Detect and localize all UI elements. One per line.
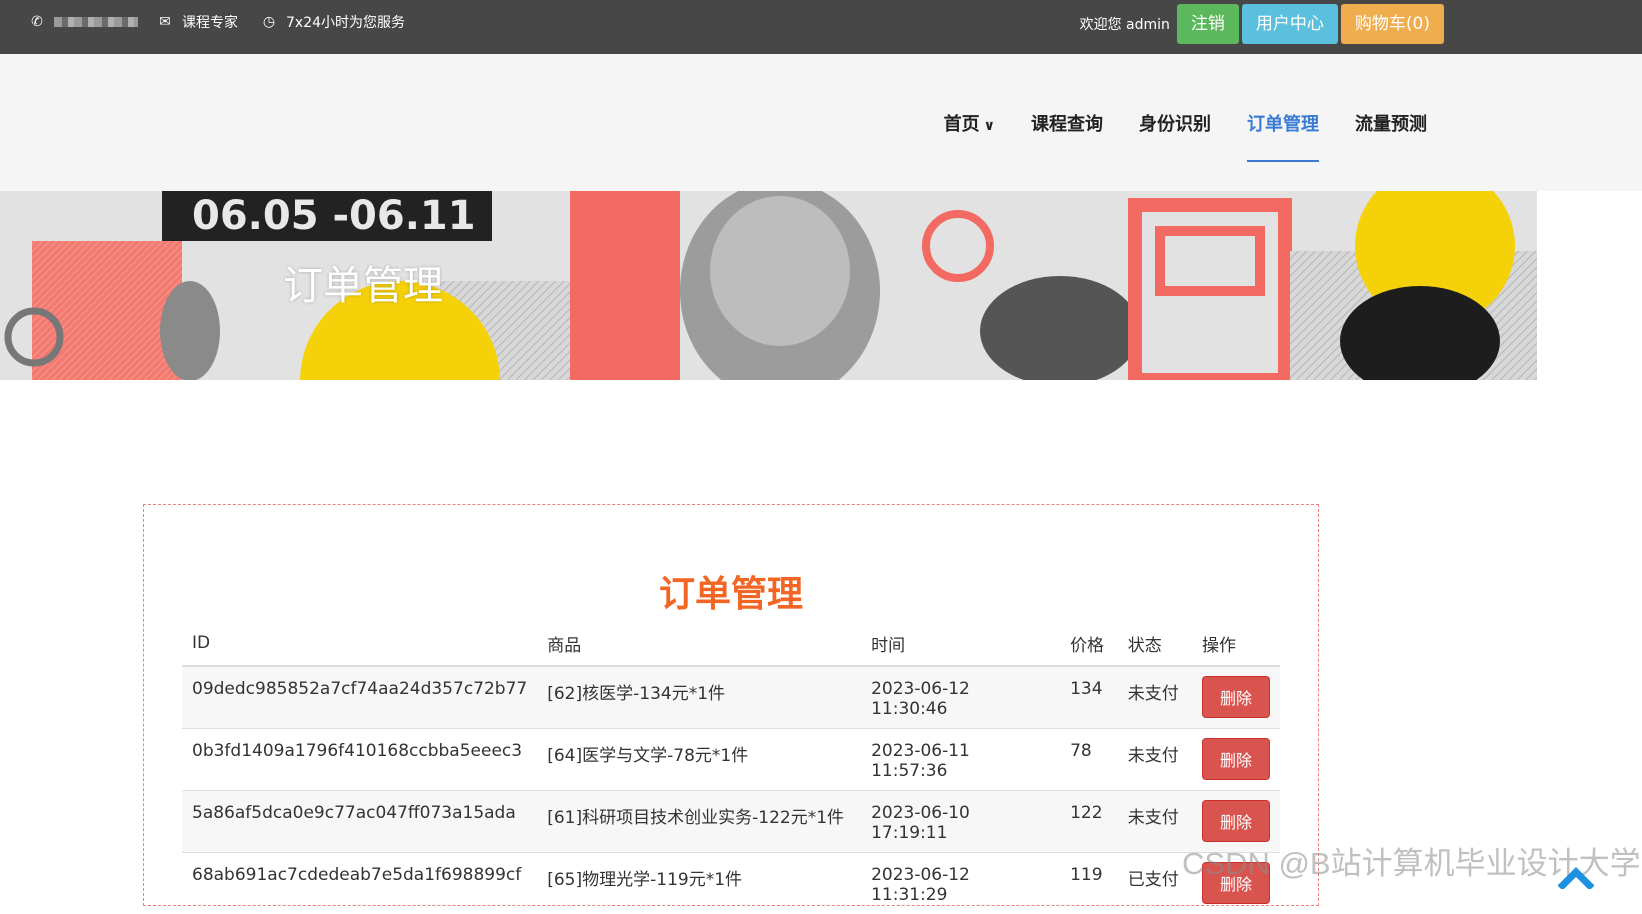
nav-item-home-label: 首页 (943, 113, 980, 135)
order-action-cell: 删除 (1192, 665, 1280, 728)
order-price: 134 (1060, 665, 1118, 728)
column-header-id: ID (182, 621, 538, 667)
page-banner: 06.05 -06.11 订单管理 (0, 191, 1537, 380)
contact-info: ✆ ✉ 课程专家 ◷ 7x24小时为您服务 (28, 0, 419, 44)
scroll-top-icon[interactable] (1556, 864, 1596, 889)
order-status: 未支付 (1117, 727, 1192, 790)
order-time: 2023-06-12 11:30:46 (861, 665, 1061, 728)
delete-button[interactable]: 删除 (1202, 737, 1270, 780)
nav-item-order-management[interactable]: 订单管理 (1247, 100, 1319, 162)
company-text: 课程专家 (182, 15, 238, 31)
clock-icon: ◷ (262, 14, 276, 30)
user-center-button[interactable]: 用户中心 (1241, 4, 1338, 44)
orders-table: ID 商品 时间 价格 状态 操作 09dedc985852a7cf74aa24… (182, 621, 1280, 914)
order-time: 2023-06-11 11:57:36 (861, 727, 1061, 790)
column-header-action: 操作 (1192, 621, 1280, 667)
main-nav: 首页 ∨ 课程查询 身份识别 订单管理 流量预测 (944, 54, 1427, 191)
order-product: [65]物理光学-119元*1件 (537, 851, 862, 914)
nav-band: 首页 ∨ 课程查询 身份识别 订单管理 流量预测 (0, 54, 1642, 191)
order-status: 未支付 (1117, 789, 1192, 852)
order-status: 已支付 (1117, 851, 1192, 914)
nav-item-course-query[interactable]: 课程查询 (1031, 100, 1103, 146)
account-actions: 欢迎您 admin 注销 用户中心 购物车(0) (1080, 3, 1444, 45)
order-price: 78 (1060, 727, 1118, 790)
order-time: 2023-06-12 11:31:29 (861, 851, 1061, 914)
order-action-cell: 删除 (1192, 727, 1280, 790)
table-row: 68ab691ac7cdedeab7e5da1f698899cf [65]物理光… (182, 851, 1280, 914)
delete-button[interactable]: 删除 (1202, 676, 1270, 718)
table-header-row: ID 商品 时间 价格 状态 操作 (182, 621, 1280, 667)
chevron-down-icon: ∨ (983, 117, 995, 134)
order-product: [62]核医学-134元*1件 (537, 665, 862, 728)
logout-button[interactable]: 注销 (1176, 4, 1239, 44)
order-status: 未支付 (1117, 665, 1192, 728)
order-price: 122 (1060, 789, 1118, 852)
nav-item-identity[interactable]: 身份识别 (1139, 100, 1211, 146)
phone-icon: ✆ (31, 14, 43, 30)
order-id: 0b3fd1409a1796f410168ccbba5eeec3 (182, 727, 538, 790)
banner-artwork: 06.05 -06.11 (0, 191, 1537, 380)
nav-item-home[interactable]: 首页 ∨ (944, 100, 995, 146)
table-row: 09dedc985852a7cf74aa24d357c72b77 [62]核医学… (182, 665, 1280, 728)
table-row: 5a86af5dca0e9c77ac047ff073a15ada [61]科研项… (182, 789, 1280, 852)
order-price: 119 (1060, 851, 1118, 914)
service-text: 7x24小时为您服务 (286, 15, 406, 31)
top-bar: ✆ ✉ 课程专家 ◷ 7x24小时为您服务 欢迎您 admin 注销 用户中心 … (0, 0, 1642, 54)
phone-number-blurred (54, 17, 138, 27)
order-id: 68ab691ac7cdedeab7e5da1f698899cf (182, 851, 538, 914)
mail-icon: ✉ (159, 14, 171, 30)
order-time: 2023-06-10 17:19:11 (861, 789, 1061, 852)
column-header-time: 时间 (861, 621, 1061, 667)
nav-item-traffic-forecast[interactable]: 流量预测 (1355, 100, 1427, 146)
delete-button[interactable]: 删除 (1202, 799, 1270, 842)
banner-date: 06.05 -06.11 (192, 193, 476, 239)
order-id: 5a86af5dca0e9c77ac047ff073a15ada (182, 789, 538, 852)
table-row: 0b3fd1409a1796f410168ccbba5eeec3 [64]医学与… (182, 727, 1280, 790)
welcome-text: 欢迎您 admin (1079, 17, 1170, 33)
order-id: 09dedc985852a7cf74aa24d357c72b77 (182, 665, 538, 728)
column-header-status: 状态 (1117, 621, 1192, 667)
orders-title: 订单管理 (658, 574, 803, 615)
column-header-product: 商品 (537, 621, 862, 667)
column-header-price: 价格 (1060, 621, 1118, 667)
banner-title: 订单管理 (283, 263, 443, 309)
cart-button[interactable]: 购物车(0) (1340, 4, 1444, 44)
order-product: [61]科研项目技术创业实务-122元*1件 (537, 789, 862, 852)
orders-panel: 订单管理 ID 商品 时间 价格 状态 操作 09dedc985852a7cf7… (143, 504, 1319, 914)
order-product: [64]医学与文学-78元*1件 (537, 727, 862, 790)
